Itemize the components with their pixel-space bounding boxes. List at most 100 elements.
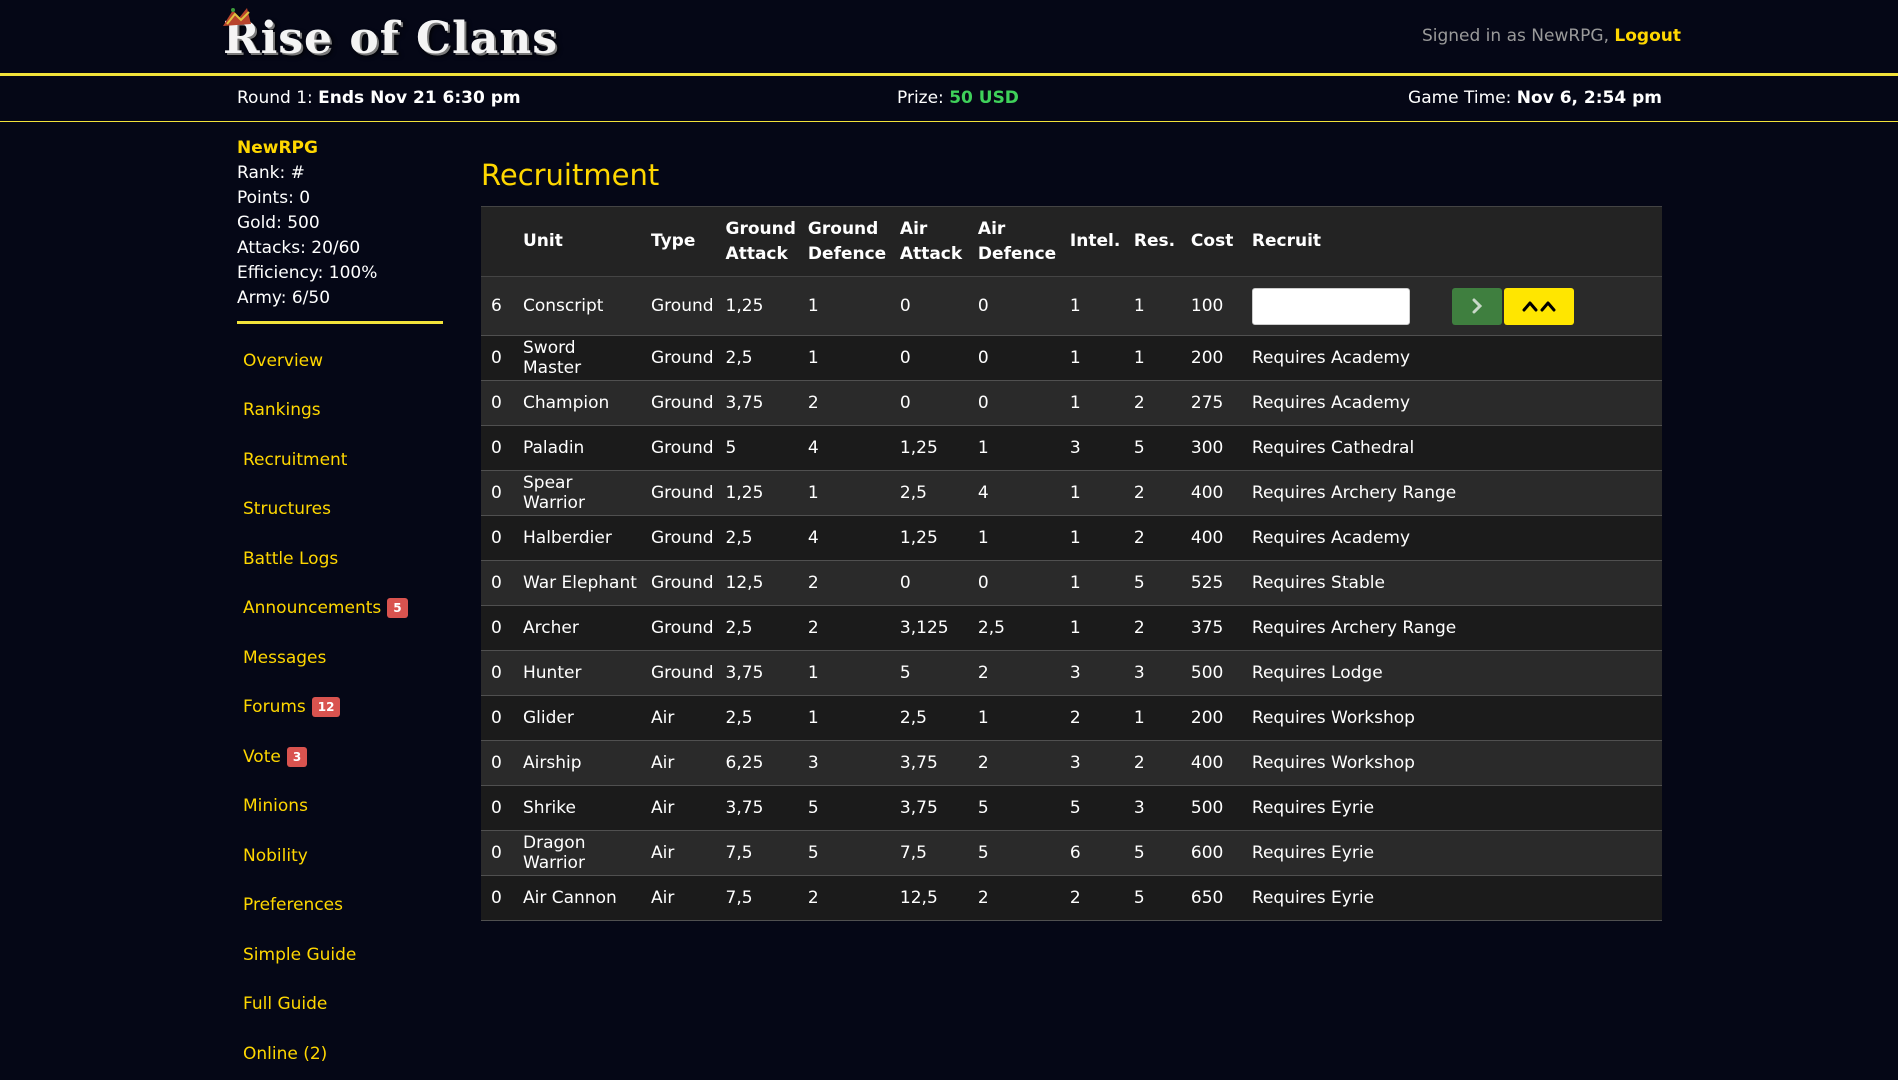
player-stat: Efficiency: 100% [237, 263, 378, 283]
cell-air-defence: 1 [971, 515, 1064, 561]
cell-cost: 200 [1184, 335, 1246, 381]
col-unit: Unit [523, 231, 563, 251]
cell-unit-type: Air [645, 785, 720, 831]
sidebar-item-structures[interactable]: Structures [237, 485, 443, 535]
cell-ground-attack: 7,5 [719, 875, 802, 921]
sidebar-item-preferences[interactable]: Preferences [237, 881, 443, 931]
cell-unit-name: Hunter [517, 650, 645, 696]
logout-link[interactable]: Logout [1614, 26, 1681, 46]
cell-air-attack: 5 [893, 650, 972, 696]
cell-ground-attack: 2,5 [719, 695, 802, 741]
cell-unit-count: 0 [481, 695, 517, 741]
cell-ground-defence: 1 [801, 695, 894, 741]
col-cost: Cost [1190, 231, 1234, 251]
recruit-max-button[interactable] [1503, 287, 1574, 325]
cell-unit-type: Ground [645, 380, 720, 426]
cell-air-attack: 7,5 [893, 830, 972, 876]
table-row: 0 Paladin Ground 5 4 1,25 1 3 5 300 Requires Cathe… [481, 425, 1662, 471]
sidebar-item-overview[interactable]: Overview [237, 336, 443, 386]
cell-intel: 2 [1063, 875, 1128, 921]
col-air-attack: Air Attack [899, 218, 963, 264]
cell-intel: 1 [1063, 335, 1128, 381]
cell-ground-defence: 1 [801, 276, 894, 336]
col-count [481, 207, 517, 277]
cell-unit-name: Spear Warrior [517, 470, 645, 516]
cell-unit-type: Ground [645, 276, 720, 336]
cell-res: 3 [1127, 785, 1185, 831]
sidebar-item-forums[interactable]: Forums 12 [237, 683, 443, 733]
notification-badge: 12 [311, 697, 341, 718]
cell-recruit-requirement: Requires Archery Range [1245, 470, 1662, 516]
cell-unit-type: Air [645, 740, 720, 786]
cell-intel: 3 [1063, 740, 1128, 786]
cell-air-defence: 4 [971, 470, 1064, 516]
cell-intel: 1 [1063, 276, 1128, 336]
cell-ground-defence: 4 [801, 425, 894, 471]
cell-cost: 650 [1184, 875, 1246, 921]
sidebar-item-full-guide[interactable]: Full Guide [237, 980, 443, 1030]
cell-air-defence: 2 [971, 650, 1064, 696]
cell-intel: 3 [1063, 650, 1128, 696]
cell-unit-count: 0 [481, 380, 517, 426]
logo[interactable]: Rise of Clans [223, 8, 558, 68]
table-header-row: Unit Type Ground Attack Ground Defence Air… [481, 206, 1662, 277]
double-chevron-up-icon [1522, 301, 1556, 312]
cell-res: 1 [1127, 695, 1185, 741]
cell-unit-type: Ground [645, 515, 720, 561]
sidebar-item-rankings[interactable]: Rankings [237, 386, 443, 436]
sidebar-item-label: Structures [243, 499, 331, 520]
round-label: Round 1: [237, 88, 313, 108]
username[interactable]: NewRPG [237, 136, 443, 161]
player-stats: Rank: # Points: 0 Gold: 500 Attacks: 20/60 E… [237, 161, 443, 311]
cell-ground-defence: 3 [801, 740, 894, 786]
cell-unit-name: Dragon Warrior [517, 830, 645, 876]
cell-res: 2 [1127, 515, 1185, 561]
cell-unit-type: Ground [645, 560, 720, 606]
cell-res: 5 [1127, 560, 1185, 606]
cell-air-attack: 3,75 [893, 740, 972, 786]
cell-ground-defence: 1 [801, 470, 894, 516]
col-ground-attack: Ground Attack [725, 218, 796, 264]
cell-res: 1 [1127, 276, 1185, 336]
prize-label: Prize: [897, 88, 944, 108]
cell-res: 5 [1127, 875, 1185, 921]
recruit-submit-button[interactable] [1451, 287, 1502, 325]
sidebar-item-announcements[interactable]: Announcements 5 [237, 584, 443, 634]
cell-unit-count: 0 [481, 875, 517, 921]
sidebar-item-label: Battle Logs [243, 548, 339, 569]
cell-unit-count: 0 [481, 425, 517, 471]
crest-icon [223, 8, 251, 26]
sidebar-item-label: Overview [243, 350, 324, 371]
sidebar-item-messages[interactable]: Messages [237, 633, 443, 683]
sidebar-item-online-2[interactable]: Online (2) [237, 1029, 443, 1079]
cell-ground-defence: 1 [801, 335, 894, 381]
cell-cost: 400 [1184, 470, 1246, 516]
sidebar-item-battle-logs[interactable]: Battle Logs [237, 534, 443, 584]
cell-recruit-requirement: Requires Cathedral [1245, 425, 1662, 471]
main-content: Recruitment Unit Type Ground Attack Groun… [481, 158, 1662, 921]
cell-recruit-requirement: Requires Academy [1245, 380, 1662, 426]
signed-in-status: Signed in as NewRPG, Logout [1422, 26, 1681, 46]
table-row: 0 Dragon Warrior Air 7,5 5 7,5 5 6 5 600 Requires … [481, 830, 1662, 876]
cell-unit-count: 0 [481, 740, 517, 786]
cell-unit-name: Sword Master [517, 335, 645, 381]
cell-ground-attack: 2,5 [719, 515, 802, 561]
cell-ground-defence: 2 [801, 380, 894, 426]
sidebar-item-minions[interactable]: Minions [237, 782, 443, 832]
recruit-quantity-input[interactable] [1251, 287, 1410, 325]
cell-intel: 1 [1063, 515, 1128, 561]
logo-text: Rise of Clans [223, 12, 558, 64]
prize-value: 50 USD [949, 88, 1019, 108]
cell-air-defence: 0 [971, 380, 1064, 426]
sidebar-item-nobility[interactable]: Nobility [237, 831, 443, 881]
cell-ground-defence: 2 [801, 875, 894, 921]
cell-ground-attack: 1,25 [719, 276, 802, 336]
sidebar-item-simple-guide[interactable]: Simple Guide [237, 930, 443, 980]
cell-intel: 5 [1063, 785, 1128, 831]
chevron-right-icon [1472, 298, 1483, 314]
player-stat: Attacks: 20/60 [237, 238, 361, 258]
sidebar-item-vote[interactable]: Vote 3 [237, 732, 443, 782]
sidebar-item-recruitment[interactable]: Recruitment [237, 435, 443, 485]
cell-ground-attack: 2,5 [719, 335, 802, 381]
cell-recruit-requirement: Requires Workshop [1245, 695, 1662, 741]
